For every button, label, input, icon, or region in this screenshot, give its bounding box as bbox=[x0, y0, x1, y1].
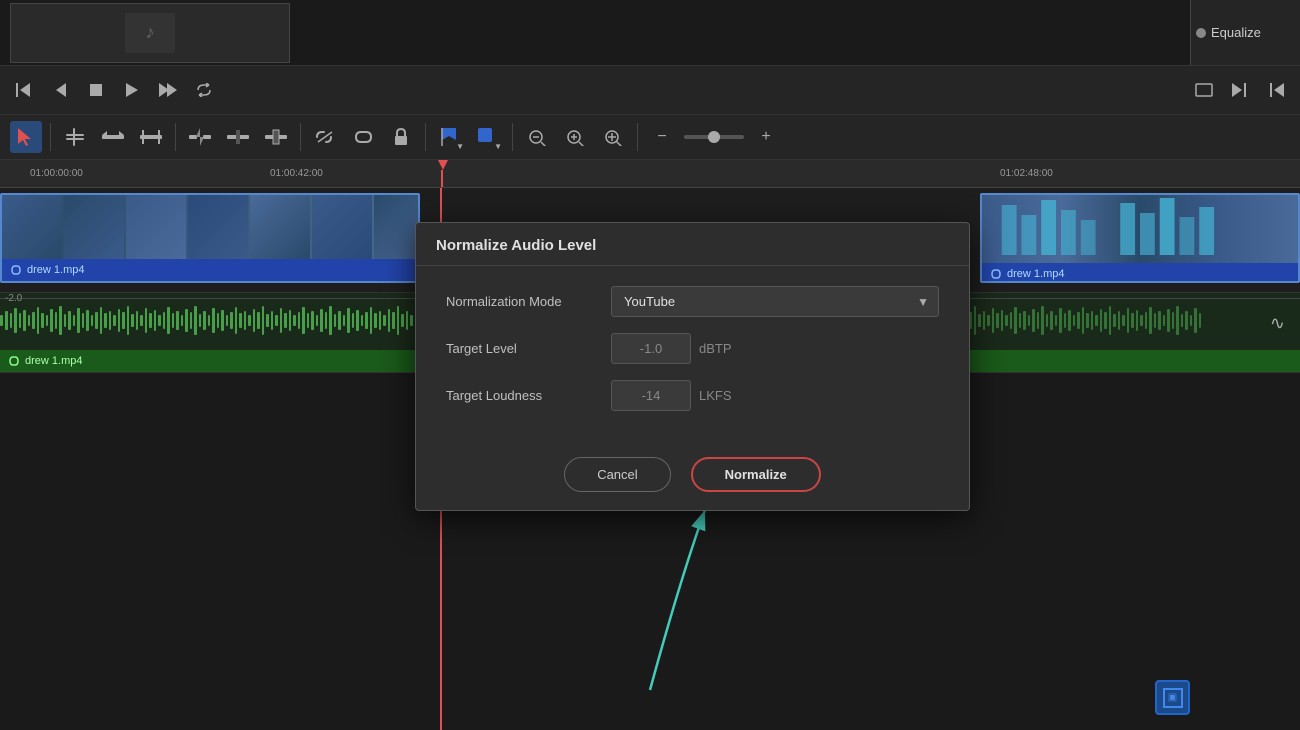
normalization-mode-select-wrapper: YouTube Custom Broadcast (EBU R128) Appl… bbox=[611, 286, 939, 317]
cancel-button[interactable]: Cancel bbox=[564, 457, 670, 492]
logo-symbol: ▣ bbox=[1168, 692, 1177, 703]
lock-button[interactable] bbox=[385, 121, 417, 153]
tool-separator-1 bbox=[50, 123, 51, 151]
logo-badge: ▣ bbox=[1155, 680, 1190, 715]
playhead-indicator bbox=[438, 160, 448, 188]
next-frame-button[interactable] bbox=[154, 76, 182, 104]
audio-clip-name: drew 1.mp4 bbox=[25, 355, 82, 367]
target-level-unit: dBTP bbox=[699, 341, 732, 356]
insert-tool-button[interactable] bbox=[184, 121, 216, 153]
flag-blue-button[interactable]: ▼ bbox=[434, 121, 466, 153]
loop-button[interactable] bbox=[190, 76, 218, 104]
tool-separator-4 bbox=[425, 123, 426, 151]
minus-button[interactable]: − bbox=[646, 121, 678, 153]
target-level-label: Target Level bbox=[446, 341, 601, 356]
target-loudness-unit: LKFS bbox=[699, 388, 732, 403]
dialog-body: Normalization Mode YouTube Custom Broadc… bbox=[416, 266, 969, 447]
select-tool-button[interactable] bbox=[10, 121, 42, 153]
clip-right-chart bbox=[982, 195, 1298, 263]
clip-label-bar-right: drew 1.mp4 bbox=[982, 263, 1298, 283]
target-loudness-input-group: LKFS bbox=[611, 380, 939, 411]
clip-right-thumbnails bbox=[982, 195, 1298, 263]
audio-level-label: -2.0 bbox=[5, 293, 22, 304]
slip-tool-button[interactable] bbox=[97, 121, 129, 153]
time-marker-2: 01:00:42:00 bbox=[270, 168, 323, 179]
clip-name-left: drew 1.mp4 bbox=[27, 264, 84, 276]
thumb-3 bbox=[126, 195, 186, 259]
video-clip-left[interactable]: drew 1.mp4 bbox=[0, 193, 420, 283]
zoom-out-button[interactable] bbox=[521, 121, 553, 153]
clip-label-bar-left: drew 1.mp4 bbox=[2, 259, 418, 281]
target-level-input-group: dBTP bbox=[611, 333, 939, 364]
tools-bar: ▼ ▼ − + bbox=[0, 115, 1300, 160]
normalization-mode-select[interactable]: YouTube Custom Broadcast (EBU R128) Appl… bbox=[611, 286, 939, 317]
dialog-title-bar: Normalize Audio Level bbox=[416, 223, 969, 266]
thumbnail-inner: ♪ bbox=[125, 13, 175, 53]
normalize-button[interactable]: Normalize bbox=[691, 457, 821, 492]
prev-frame-button[interactable] bbox=[46, 76, 74, 104]
prev-start-button[interactable] bbox=[10, 76, 38, 104]
thumb-1 bbox=[2, 195, 62, 259]
audio-end-marker: ∿ bbox=[1270, 313, 1285, 334]
time-marker-3: 01:02:48:00 bbox=[1000, 168, 1053, 179]
target-loudness-label: Target Loudness bbox=[446, 388, 601, 403]
normalize-dialog: Normalize Audio Level Normalization Mode… bbox=[415, 222, 970, 511]
normalization-mode-row: Normalization Mode YouTube Custom Broadc… bbox=[446, 286, 939, 317]
zoom-slider-thumb[interactable] bbox=[708, 131, 720, 143]
clip-thumbnails bbox=[2, 195, 418, 259]
equalizer-panel: Equalize bbox=[1190, 0, 1300, 65]
target-level-input[interactable] bbox=[611, 333, 691, 364]
thumb-5 bbox=[250, 195, 310, 259]
tool-separator-2 bbox=[175, 123, 176, 151]
time-marker-1: 01:00:00:00 bbox=[30, 168, 83, 179]
target-level-row: Target Level dBTP bbox=[446, 333, 939, 364]
tool-separator-3 bbox=[300, 123, 301, 151]
zoom-fit-button[interactable] bbox=[597, 121, 629, 153]
flag-fill-button[interactable]: ▼ bbox=[472, 121, 504, 153]
link-audio-icon bbox=[8, 355, 20, 367]
plus-button[interactable]: + bbox=[750, 121, 782, 153]
preview-thumbnail: ♪ bbox=[10, 3, 290, 63]
transport-bar bbox=[0, 65, 1300, 115]
equalizer-label: Equalize bbox=[1211, 25, 1261, 40]
link-clip-icon-right bbox=[990, 268, 1002, 280]
video-clip-right[interactable]: drew 1.mp4 bbox=[980, 193, 1300, 283]
trim-tool-button[interactable] bbox=[59, 121, 91, 153]
thumb-2 bbox=[64, 195, 124, 259]
target-loudness-input[interactable] bbox=[611, 380, 691, 411]
overwrite-tool-button[interactable] bbox=[222, 121, 254, 153]
thumb-6 bbox=[312, 195, 372, 259]
zoom-slider[interactable] bbox=[684, 135, 744, 139]
link-button[interactable] bbox=[347, 121, 379, 153]
preview-area: ♪ Equalize bbox=[0, 0, 1300, 65]
stop-button[interactable] bbox=[82, 76, 110, 104]
dialog-footer: Cancel Normalize bbox=[416, 447, 969, 510]
thumb-7 bbox=[374, 195, 418, 259]
link-clip-icon bbox=[10, 264, 22, 276]
next-edit-button[interactable] bbox=[1226, 76, 1254, 104]
logo-inner: ▣ bbox=[1163, 688, 1183, 708]
clip-name-right: drew 1.mp4 bbox=[1007, 268, 1064, 280]
prev-edit-button[interactable] bbox=[1262, 76, 1290, 104]
teal-arrow-annotation bbox=[550, 480, 750, 700]
target-loudness-row: Target Loudness LKFS bbox=[446, 380, 939, 411]
razor-tool-button[interactable] bbox=[135, 121, 167, 153]
thumb-4 bbox=[188, 195, 248, 259]
timeline-ruler[interactable]: 01:00:00:00 01:00:42:00 01:02:48:00 bbox=[0, 160, 1300, 188]
zoom-in-button[interactable] bbox=[559, 121, 591, 153]
unlink-button[interactable] bbox=[309, 121, 341, 153]
replace-tool-button[interactable] bbox=[260, 121, 292, 153]
tool-separator-6 bbox=[637, 123, 638, 151]
play-button[interactable] bbox=[118, 76, 146, 104]
tool-separator-5 bbox=[512, 123, 513, 151]
music-icon: ♪ bbox=[146, 22, 155, 43]
normalization-mode-label: Normalization Mode bbox=[446, 294, 601, 309]
eq-status-dot bbox=[1196, 28, 1206, 38]
dialog-title: Normalize Audio Level bbox=[436, 237, 596, 254]
fullscreen-button[interactable] bbox=[1190, 76, 1218, 104]
